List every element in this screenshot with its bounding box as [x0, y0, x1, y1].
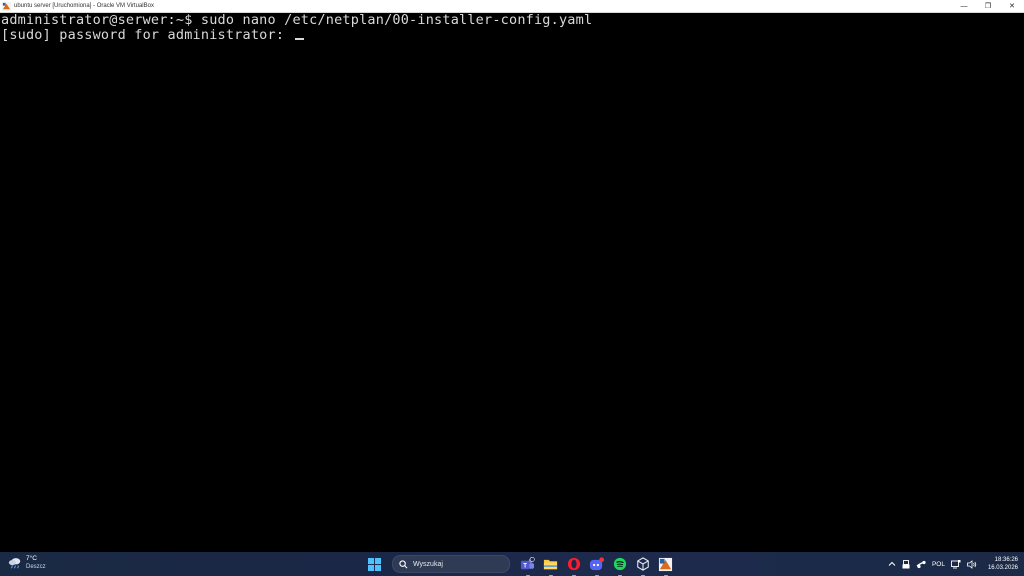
network-tray-button[interactable] [951, 559, 961, 569]
close-button[interactable]: ✕ [1000, 0, 1024, 12]
restore-button[interactable]: ❐ [976, 0, 1000, 12]
taskbar-app-discord[interactable] [589, 556, 605, 576]
taskbar-app-virtualbox[interactable] [635, 556, 651, 576]
search-icon [399, 559, 408, 568]
taskbar-app-virtualbox-vm[interactable] [658, 556, 674, 576]
search-placeholder: Wyszukaj [413, 560, 443, 568]
windows-logo-icon [368, 557, 381, 571]
virtualbox-vm-icon [2, 1, 11, 11]
steam-tray-button[interactable] [916, 560, 926, 569]
taskbar-clock[interactable]: 18:36:26 16.03.2026 [988, 556, 1018, 572]
volume-tray-button[interactable] [967, 559, 977, 569]
weather-temperature: 7°C [26, 555, 37, 562]
spotify-icon [613, 557, 626, 571]
weather-description: Deszcz [26, 564, 46, 570]
teams-icon: T [520, 556, 535, 569]
taskbar-app-file-explorer[interactable] [543, 556, 559, 576]
text-cursor [295, 38, 305, 40]
taskbar-search-box[interactable]: Wyszukaj [392, 555, 510, 573]
opera-icon [567, 557, 580, 571]
file-explorer-icon [543, 559, 558, 569]
input-language-indicator[interactable]: POL [932, 561, 945, 568]
virtualbox-icon [636, 557, 649, 571]
rain-cloud-icon [8, 558, 21, 569]
taskbar-app-spotify[interactable] [612, 556, 628, 576]
weather-widget[interactable]: 7°C Deszcz [8, 555, 46, 571]
window-title: ubuntu server [Uruchomiona] - Oracle VM … [14, 3, 154, 9]
show-hidden-icons-button[interactable] [888, 560, 896, 568]
usb-device-tray-button[interactable] [902, 559, 910, 569]
start-button[interactable] [367, 556, 383, 572]
clock-time: 18:36:26 [994, 557, 1018, 563]
taskbar-app-opera[interactable] [566, 556, 582, 576]
terminal-line-password-prompt: [sudo] password for administrator: [1, 28, 1024, 43]
taskbar-app-teams[interactable]: T [520, 556, 536, 576]
virtualbox-vm-icon [658, 557, 673, 571]
password-prompt-text: [sudo] password for administrator: [1, 27, 293, 43]
steam-icon [916, 560, 926, 568]
taskbar: 7°C Deszcz Wyszukaj T POL 18:36:26 16.03… [0, 552, 1024, 576]
minimize-button[interactable]: — [952, 0, 976, 12]
clock-date: 16.03.2026 [987, 565, 1018, 571]
vm-console-screen[interactable]: administrator@serwer:~$ sudo nano /etc/n… [0, 13, 1024, 551]
discord-icon [589, 556, 604, 570]
speaker-icon [967, 559, 977, 569]
terminal-line-command: administrator@serwer:~$ sudo nano /etc/n… [1, 12, 593, 28]
network-ethernet-icon [951, 559, 961, 568]
svg-text:T: T [523, 562, 527, 569]
usb-icon [902, 559, 910, 568]
system-tray: POL 18:36:26 16.03.2026 [885, 552, 1024, 576]
chevron-up-icon [888, 561, 896, 566]
terminal-output: administrator@serwer:~$ sudo nano /etc/n… [0, 13, 1024, 43]
